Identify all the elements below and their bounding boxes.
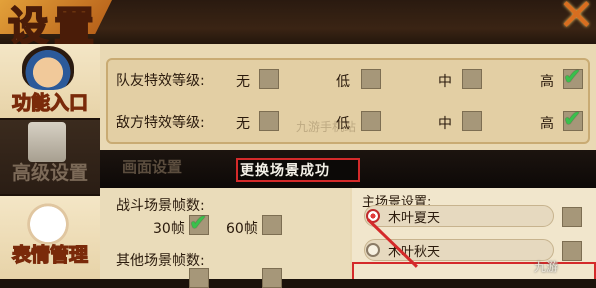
ninja-avatar-icon xyxy=(22,46,74,90)
scene-autumn-radio[interactable] xyxy=(366,243,380,257)
tab-display-settings[interactable]: 画面设置 xyxy=(122,156,182,177)
sidebar-item-label: 功能入口 xyxy=(11,91,88,114)
option-label: 60帧 xyxy=(226,221,258,237)
option-label: 中 xyxy=(438,116,452,132)
teammate-effect-low-checkbox[interactable] xyxy=(361,69,381,89)
teammate-effect-mid-checkbox[interactable] xyxy=(462,69,482,89)
check-icon: ✔ xyxy=(189,211,208,236)
enemy-effect-low-checkbox[interactable] xyxy=(361,111,381,131)
scroll-icon xyxy=(28,122,66,162)
check-icon: ✔ xyxy=(563,107,582,132)
close-icon[interactable]: ✕ xyxy=(558,0,595,41)
sidebar-item-feature-entry[interactable]: 功能入口 xyxy=(0,44,100,120)
watermark-logo: 九游 xyxy=(534,260,559,274)
option-label: 无 xyxy=(236,74,250,90)
other-fps-30-checkbox[interactable] xyxy=(189,268,209,288)
teammate-effect-none-checkbox[interactable] xyxy=(259,69,279,89)
scene-summer-checkbox[interactable] xyxy=(562,207,582,227)
enemy-effect-none-checkbox[interactable] xyxy=(259,111,279,131)
option-label: 高 xyxy=(540,74,554,90)
watermark: 九游手机站 xyxy=(296,120,357,134)
enemy-effect-label: 敌方特效等级: xyxy=(116,115,205,131)
sidebar-item-label: 表情管理 xyxy=(11,243,88,266)
option-label: 低 xyxy=(336,74,350,90)
scene-autumn-checkbox[interactable] xyxy=(562,241,582,261)
sidebar-item-advanced-settings[interactable]: 高级设置 xyxy=(0,120,100,196)
option-label: 中 xyxy=(438,74,452,90)
face-avatar-icon xyxy=(22,200,74,244)
toast-message: 更换场景成功 xyxy=(240,163,330,179)
check-icon: ✔ xyxy=(563,65,582,90)
option-label: 高 xyxy=(540,116,554,132)
option-label: 木叶夏天 xyxy=(388,211,441,226)
other-fps-label: 其他场景帧数: xyxy=(116,253,205,269)
teammate-effect-label: 队友特效等级: xyxy=(116,73,205,89)
enemy-effect-mid-checkbox[interactable] xyxy=(462,111,482,131)
other-fps-60-checkbox[interactable] xyxy=(262,268,282,288)
option-label: 无 xyxy=(236,116,250,132)
battle-fps-60-checkbox[interactable] xyxy=(262,215,282,235)
sidebar-item-emote-manage[interactable]: 表情管理 xyxy=(0,196,100,281)
sidebar-item-label: 高级设置 xyxy=(11,162,88,184)
option-label: 30帧 xyxy=(153,221,185,237)
highlight-frame xyxy=(352,262,596,279)
